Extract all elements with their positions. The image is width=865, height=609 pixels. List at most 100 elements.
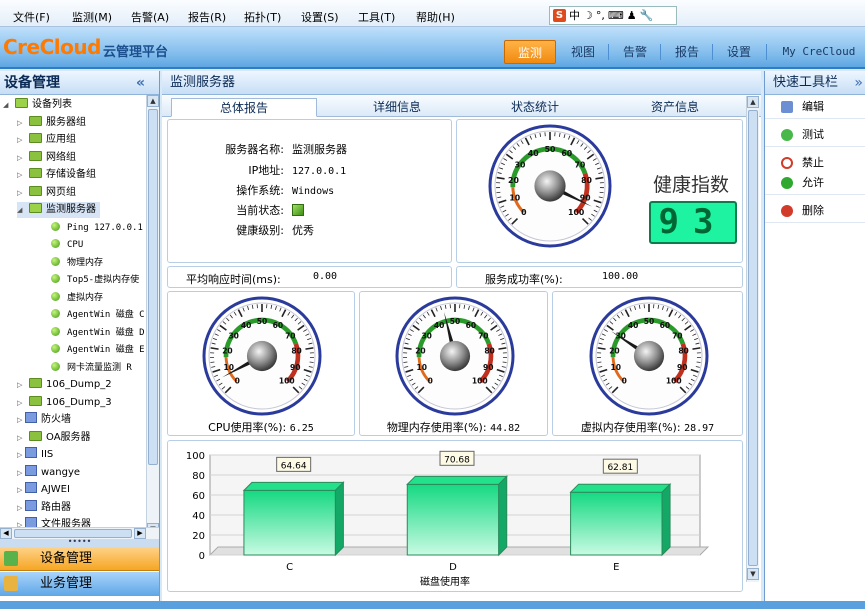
menu-monitor[interactable]: 监测(M) [72,9,112,25]
tree-node[interactable]: ▷ 网络组 [17,150,76,166]
tree-node[interactable]: Ping 127.0.0.1 [51,220,143,236]
tree-node[interactable]: 网卡流量监测 R [51,360,132,376]
tree-node[interactable]: 物理内存 [51,255,103,271]
tree-node[interactable]: ▷ 存储设备组 [17,167,96,183]
collapsed-triangle-icon[interactable]: ▷ [17,150,25,166]
data-label: 64.64 [281,461,307,471]
tree-node[interactable]: ▷ AJWEI [17,482,70,498]
top-tab-monitor[interactable]: 监测 [504,40,556,64]
tool-delete[interactable]: 删除 [765,199,865,223]
scroll-down-icon[interactable]: ▼ [747,568,759,580]
tree-node[interactable]: 虚拟内存 [51,290,103,306]
menu-report[interactable]: 报告(R) [188,9,226,25]
gauge-hub [633,340,665,372]
info-key: 当前状态: [236,204,284,217]
tab-status-stats[interactable]: 状态统计 [462,98,608,117]
top-tab-settings[interactable]: 设置 [716,40,762,64]
keyboard-icon[interactable]: ⌨ [608,8,624,23]
success-rate-box: 服务成功率(%): 100.00 [456,266,743,288]
scroll-right-icon[interactable]: ▶ [134,528,146,539]
moon-icon[interactable]: ☽ [583,8,593,23]
status-ok-icon [51,309,60,318]
gauge-tick-label: 80 [484,347,494,356]
scroll-left-icon[interactable]: ◀ [0,528,12,539]
accordion-device-mgmt[interactable]: 设备管理 [0,547,159,571]
scroll-up-icon[interactable]: ▲ [147,95,159,107]
accordion-business-mgmt[interactable]: 业务管理 [0,572,159,596]
user-icon[interactable]: ♟ [627,8,637,23]
collapsed-triangle-icon[interactable]: ▷ [17,132,25,148]
top-tab-report[interactable]: 报告 [664,40,710,64]
collapsed-triangle-icon[interactable]: ▷ [17,185,25,201]
ime-toolbar[interactable]: S 中 ☽ °, ⌨ ♟ 🔧 [549,6,677,25]
collapsed-triangle-icon[interactable]: ▷ [17,377,25,393]
tree-node[interactable]: Top5-虚拟内存使 [51,272,139,288]
punct-icon[interactable]: °, [596,8,605,23]
tree-node[interactable]: AgentWin 磁盘 D [51,325,145,341]
tree-node[interactable]: ▷ 106_Dump_3 [17,395,112,411]
menu-tools[interactable]: 工具(T) [358,9,395,25]
tree-node[interactable]: AgentWin 磁盘 C [51,307,145,323]
tree-node[interactable]: ▷ 防火墙 [17,412,71,428]
tree-node[interactable]: ◢ 设备列表 [3,97,72,113]
tool-edit[interactable]: 编辑 [765,95,865,119]
tree-node[interactable]: ▷ 路由器 [17,499,71,516]
collapsed-triangle-icon[interactable]: ▷ [17,167,25,183]
gauge-tick-label: 100 [472,377,488,386]
menu-settings[interactable]: 设置(S) [301,9,339,25]
tree-node[interactable]: CPU [51,237,83,253]
tab-overview[interactable]: 总体报告 [171,98,317,117]
collapsed-triangle-icon[interactable]: ▷ [17,430,25,446]
tree-vscrollbar[interactable]: ▲ ▼ [146,95,159,537]
collapse-right-icon[interactable]: » [854,71,863,95]
tab-asset-info[interactable]: 资产信息 [602,98,748,117]
tool-allow[interactable]: 允许 [765,171,865,195]
tree-node[interactable]: ▷ wangye [17,464,80,481]
tree-node[interactable]: AgentWin 磁盘 E [51,342,145,358]
collapsed-triangle-icon[interactable]: ▷ [17,395,25,411]
collapse-left-icon[interactable]: « [136,71,145,95]
expanded-triangle-icon[interactable]: ◢ [17,202,25,218]
delete-icon [781,205,793,217]
collapsed-triangle-icon[interactable]: ▷ [17,500,25,516]
status-ok-icon [51,291,60,301]
tree-node-label: 虚拟内存 [67,292,104,303]
menu-help[interactable]: 帮助(H) [416,9,455,25]
tree-node[interactable]: ▷ IIS [17,447,53,463]
content-vscrollbar[interactable]: ▲ ▼ [746,96,759,582]
top-tab-alarm[interactable]: 告警 [612,40,658,64]
ime-mode[interactable]: 中 [569,8,580,23]
menu-file[interactable]: 文件(F) [13,9,50,25]
collapsed-triangle-icon[interactable]: ▷ [17,482,25,498]
y-tick-label: 40 [192,511,205,522]
tree-node[interactable]: ▷ 106_Dump_2 [17,377,112,393]
tree-node[interactable]: ▷ 应用组 [17,132,76,148]
gauge-hub [246,340,278,372]
gauge-tick-label: 0 [235,377,240,386]
tree-node-label: 物理内存 [67,257,104,268]
splitter-grip[interactable]: ••••• [0,538,159,547]
tree-node[interactable]: ▷ 服务器组 [17,115,86,131]
gauge-hub [439,340,471,372]
expanded-triangle-icon[interactable]: ◢ [3,97,11,113]
collapsed-triangle-icon[interactable]: ▷ [17,447,25,463]
collapsed-triangle-icon[interactable]: ▷ [17,412,25,428]
collapsed-triangle-icon[interactable]: ▷ [17,465,25,481]
scroll-thumb[interactable] [748,110,758,566]
wrench-icon[interactable]: 🔧 [640,8,654,23]
tree-node[interactable]: ◢ 监测服务器 [17,202,100,218]
tab-details[interactable]: 详细信息 [324,98,470,117]
menu-alarm[interactable]: 告警(A) [131,9,169,25]
menu-topology[interactable]: 拓扑(T) [244,9,281,25]
tool-test[interactable]: 测试 [765,123,865,147]
collapsed-triangle-icon[interactable]: ▷ [17,115,25,131]
scroll-up-icon[interactable]: ▲ [747,96,759,108]
gauge-label: 物理内存使用率(%): [386,421,487,434]
my-crecloud-link[interactable]: My CreCloud [776,40,862,64]
top-tab-view[interactable]: 视图 [560,40,606,64]
tree-node[interactable]: ▷ 网页组 [17,185,76,201]
memory-gauge: 0 10 20 30 40 50 60 70 80 90 100 [395,296,515,416]
tree-node[interactable]: ▷ OA服务器 [17,430,91,446]
scroll-thumb[interactable] [148,109,158,465]
tab-divider [712,44,713,60]
